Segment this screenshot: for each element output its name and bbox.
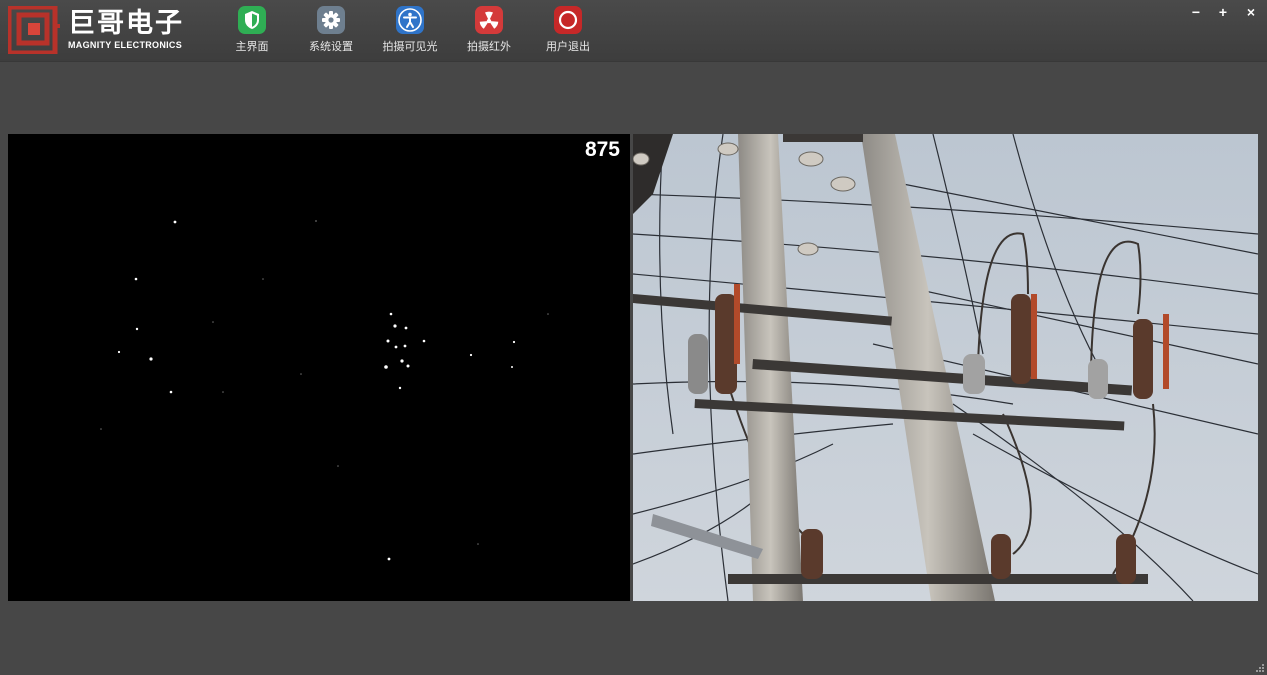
visible-light-view[interactable]: [633, 134, 1258, 601]
frame-counter: 875: [584, 138, 620, 161]
capture-infrared-button[interactable]: 拍摄红外: [454, 6, 524, 58]
shield-icon: [238, 6, 266, 34]
brand-name-cn: 巨哥电子: [68, 8, 184, 39]
system-settings-label: 系统设置: [309, 40, 353, 53]
resize-grip-icon[interactable]: [1255, 663, 1265, 673]
capture-infrared-label: 拍摄红外: [467, 40, 511, 53]
user-logout-button[interactable]: 用户退出: [533, 6, 603, 58]
maximize-button[interactable]: +: [1215, 4, 1231, 20]
brand-logo: 巨哥电子 MAGNITY ELECTRONICS: [8, 6, 203, 56]
main-view-button[interactable]: 主界面: [217, 6, 287, 58]
main-window: 巨哥电子 MAGNITY ELECTRONICS 主界面 系统设置 拍摄可见光 …: [0, 0, 1267, 675]
accessibility-icon: [396, 6, 424, 34]
gear-icon: [317, 6, 345, 34]
main-view-label: 主界面: [235, 40, 269, 53]
visible-light-image: [633, 134, 1258, 601]
system-settings-button[interactable]: 系统设置: [296, 6, 366, 58]
close-button[interactable]: ×: [1243, 4, 1259, 20]
top-toolbar: 巨哥电子 MAGNITY ELECTRONICS 主界面 系统设置 拍摄可见光 …: [0, 0, 1267, 62]
radiation-icon: [475, 6, 503, 34]
brand-logo-mark: [8, 6, 60, 54]
capture-visible-button[interactable]: 拍摄可见光: [375, 6, 445, 58]
brand-name-en: MAGNITY ELECTRONICS: [68, 40, 183, 50]
user-logout-label: 用户退出: [546, 40, 590, 53]
capture-visible-label: 拍摄可见光: [382, 40, 438, 53]
infrared-view[interactable]: 875: [8, 134, 630, 601]
minimize-button[interactable]: −: [1188, 4, 1204, 20]
power-circle-icon: [554, 6, 582, 34]
infrared-image: [100, 220, 549, 561]
